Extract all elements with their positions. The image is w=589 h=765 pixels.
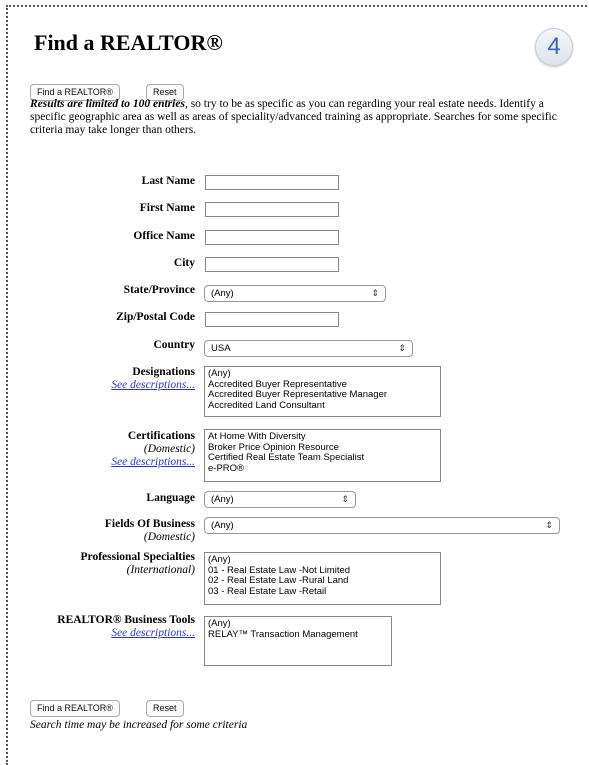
state-select-value: (Any) — [211, 288, 234, 299]
business-tools-listbox[interactable]: (Any) RELAY™ Transaction Management — [204, 616, 392, 666]
designations-label: Designations — [132, 366, 195, 378]
city-label: City — [173, 257, 195, 269]
country-select-value: USA — [211, 343, 231, 354]
last-name-label: Last Name — [141, 175, 195, 187]
select-arrow-icon: ⇕ — [371, 288, 379, 298]
fields-of-business-select[interactable]: (Any) ⇕ — [204, 517, 560, 534]
zip-input[interactable] — [205, 312, 339, 327]
list-item[interactable]: Accredited Buyer Representative Manager — [208, 389, 437, 401]
specialties-listbox[interactable]: (Any) 01 - Real Estate Law -Not Limited … — [204, 552, 441, 605]
business-tools-label: REALTOR® Business Tools — [57, 614, 195, 626]
first-name-input[interactable] — [205, 202, 339, 217]
intro-bold: Results are limited to 100 entries — [30, 98, 185, 110]
first-name-label: First Name — [139, 202, 195, 214]
specialties-sub: (International) — [126, 564, 195, 576]
last-name-input[interactable] — [205, 175, 339, 190]
country-label: Country — [153, 339, 195, 351]
select-arrow-icon: ⇕ — [398, 343, 406, 353]
list-item[interactable]: (Any) — [208, 554, 437, 566]
business-tools-descriptions-link[interactable]: See descriptions... — [111, 627, 195, 639]
certifications-listbox[interactable]: At Home With Diversity Broker Price Opin… — [204, 429, 441, 482]
list-item[interactable]: Accredited Land Consultant — [208, 400, 437, 412]
list-item[interactable]: e-PRO® — [208, 463, 437, 475]
list-item[interactable]: (Any) — [208, 618, 388, 630]
page-title: Find a REALTOR® — [34, 30, 223, 55]
list-item[interactable]: RELAY™ Transaction Management — [208, 629, 388, 641]
certifications-sub: (Domestic) — [143, 443, 195, 455]
list-item[interactable]: 03 - Real Estate Law -Retail — [208, 586, 437, 598]
select-arrow-icon: ⇕ — [545, 520, 553, 530]
step-badge: 4 — [535, 28, 573, 66]
designations-listbox[interactable]: (Any) Accredited Buyer Representative Ac… — [204, 366, 441, 417]
specialties-label: Professional Specialties — [80, 551, 195, 563]
fields-of-business-label: Fields Of Business — [104, 518, 195, 530]
list-item[interactable]: (Any) — [208, 368, 437, 380]
designations-descriptions-link[interactable]: See descriptions... — [111, 379, 195, 391]
list-item[interactable]: Certified Real Estate Team Specialist — [208, 452, 437, 464]
zip-label: Zip/Postal Code — [116, 311, 195, 323]
list-item[interactable]: 02 - Real Estate Law -Rural Land — [208, 575, 437, 587]
list-item[interactable]: At Home With Diversity — [208, 431, 437, 443]
certifications-label: Certifications — [127, 430, 195, 442]
reset-button-bottom[interactable]: Reset — [146, 700, 184, 717]
certifications-descriptions-link[interactable]: See descriptions... — [111, 456, 195, 468]
state-select[interactable]: (Any) ⇕ — [204, 285, 386, 302]
city-input[interactable] — [205, 257, 339, 272]
select-arrow-icon: ⇕ — [341, 494, 349, 504]
state-label: State/Province — [123, 284, 195, 296]
language-select-value: (Any) — [211, 494, 234, 505]
intro-text: Results are limited to 100 entries, so t… — [30, 98, 580, 137]
country-select[interactable]: USA ⇕ — [204, 340, 413, 357]
find-realtor-button-bottom[interactable]: Find a REALTOR® — [30, 700, 120, 717]
office-name-input[interactable] — [205, 230, 339, 245]
fields-of-business-select-value: (Any) — [211, 520, 234, 531]
language-label: Language — [146, 492, 195, 504]
footer-note: Search time may be increased for some cr… — [30, 719, 248, 731]
fields-of-business-sub: (Domestic) — [143, 531, 195, 543]
office-name-label: Office Name — [133, 230, 195, 242]
language-select[interactable]: (Any) ⇕ — [204, 491, 356, 508]
